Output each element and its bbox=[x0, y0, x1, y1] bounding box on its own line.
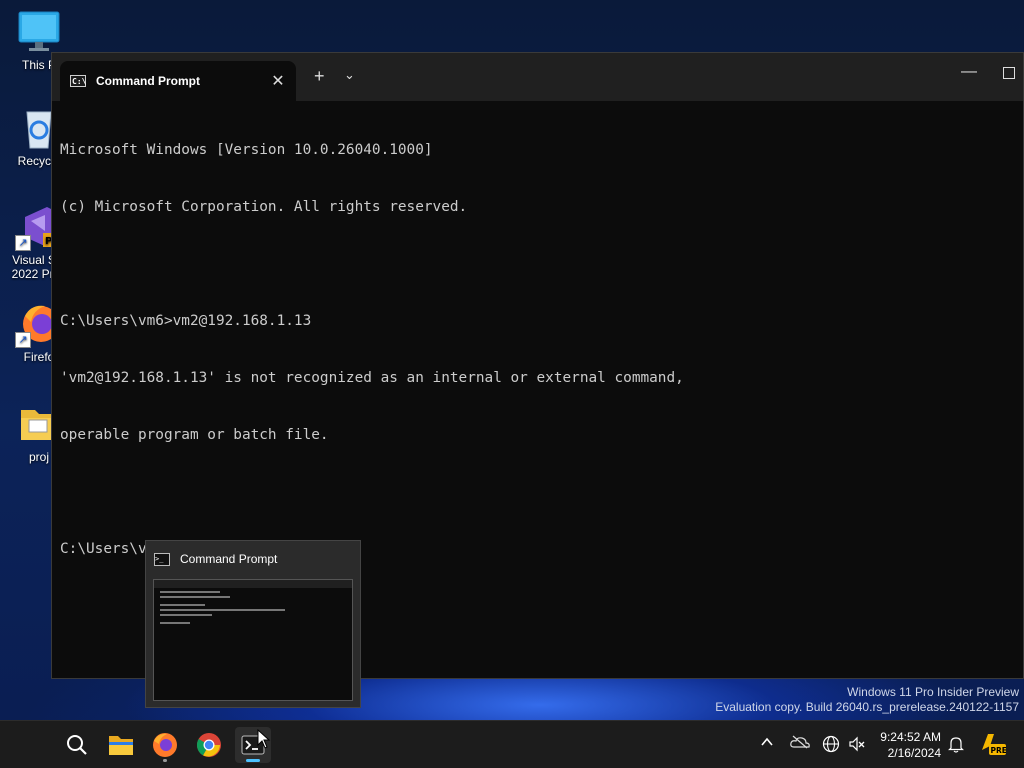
preview-title: Command Prompt bbox=[180, 552, 278, 566]
taskbar-thumbnail-preview[interactable]: >_ Command Prompt bbox=[145, 540, 361, 708]
close-tab-icon[interactable]: ✕ bbox=[268, 71, 288, 91]
watermark-line1: Windows 11 Pro Insider Preview bbox=[847, 685, 1019, 699]
chevron-up-icon[interactable] bbox=[760, 735, 774, 752]
maximize-button[interactable] bbox=[1003, 67, 1015, 79]
mini-console-line bbox=[160, 591, 220, 593]
tab-bar: C:\ Command Prompt ✕ + ⌄ — bbox=[52, 53, 1023, 101]
preview-thumbnail-image[interactable] bbox=[153, 579, 353, 701]
command-prompt-icon: C:\ bbox=[70, 75, 87, 87]
windows-watermark: Windows 11 Pro Insider Preview Evaluatio… bbox=[715, 685, 1019, 715]
taskbar-file-explorer[interactable] bbox=[103, 727, 139, 763]
onedrive-offline-icon[interactable] bbox=[790, 735, 810, 752]
pre-badge-text: PRE bbox=[991, 746, 1007, 755]
shortcut-arrow-icon: ↗ bbox=[15, 332, 31, 348]
shortcut-arrow-icon: ↗ bbox=[15, 235, 31, 251]
mini-console-line bbox=[160, 614, 212, 616]
minimize-button[interactable]: — bbox=[961, 63, 977, 81]
chevron-down-icon[interactable]: ⌄ bbox=[344, 67, 355, 83]
taskbar-firefox[interactable] bbox=[147, 727, 183, 763]
file-explorer-icon bbox=[109, 736, 133, 755]
search-icon bbox=[67, 735, 87, 755]
network-globe-icon[interactable] bbox=[822, 735, 840, 756]
clock-date: 2/16/2024 bbox=[887, 746, 941, 760]
mouse-cursor-icon bbox=[257, 729, 271, 749]
active-indicator bbox=[246, 759, 260, 762]
chrome-icon bbox=[196, 733, 221, 757]
taskbar-chrome[interactable] bbox=[191, 727, 227, 763]
new-tab-button[interactable]: + bbox=[314, 66, 325, 87]
mini-tab-bar bbox=[154, 580, 352, 588]
taskbar-clock[interactable]: 9:24:52 AM 2/16/2024 bbox=[880, 729, 941, 761]
mini-console-line bbox=[160, 622, 190, 624]
running-indicator bbox=[163, 759, 167, 762]
taskbar: 9:24:52 AM 2/16/2024 PRE bbox=[0, 720, 1024, 768]
clock-time: 9:24:52 AM bbox=[880, 730, 941, 744]
console-output[interactable]: Microsoft Windows [Version 10.0.26040.10… bbox=[52, 101, 1023, 597]
preview-header: >_ Command Prompt bbox=[146, 541, 360, 577]
console-line: 'vm2@192.168.1.13' is not recognized as … bbox=[60, 370, 684, 386]
insider-pre-icon[interactable]: PRE bbox=[980, 732, 1007, 759]
mini-console-line bbox=[160, 604, 205, 606]
console-line: Microsoft Windows [Version 10.0.26040.10… bbox=[60, 142, 433, 158]
taskbar-search-button[interactable] bbox=[59, 727, 95, 763]
mini-console-line bbox=[160, 609, 285, 611]
console-line: (c) Microsoft Corporation. All rights re… bbox=[60, 199, 468, 215]
volume-muted-icon[interactable] bbox=[848, 735, 866, 756]
firefox-icon bbox=[153, 733, 177, 757]
console-line: C:\Users\vm6>vm2@192.168.1.13 bbox=[60, 313, 312, 329]
monitor-icon bbox=[17, 10, 61, 54]
console-line: operable program or batch file. bbox=[60, 427, 329, 443]
tab-title: Command Prompt bbox=[96, 74, 201, 88]
notification-bell-icon[interactable] bbox=[948, 735, 964, 756]
watermark-line2: Evaluation copy. Build 26040.rs_prerelea… bbox=[715, 700, 1019, 714]
terminal-icon: >_ bbox=[154, 552, 170, 566]
mini-console-line bbox=[160, 596, 230, 598]
tab-command-prompt[interactable]: C:\ Command Prompt ✕ bbox=[60, 61, 296, 101]
